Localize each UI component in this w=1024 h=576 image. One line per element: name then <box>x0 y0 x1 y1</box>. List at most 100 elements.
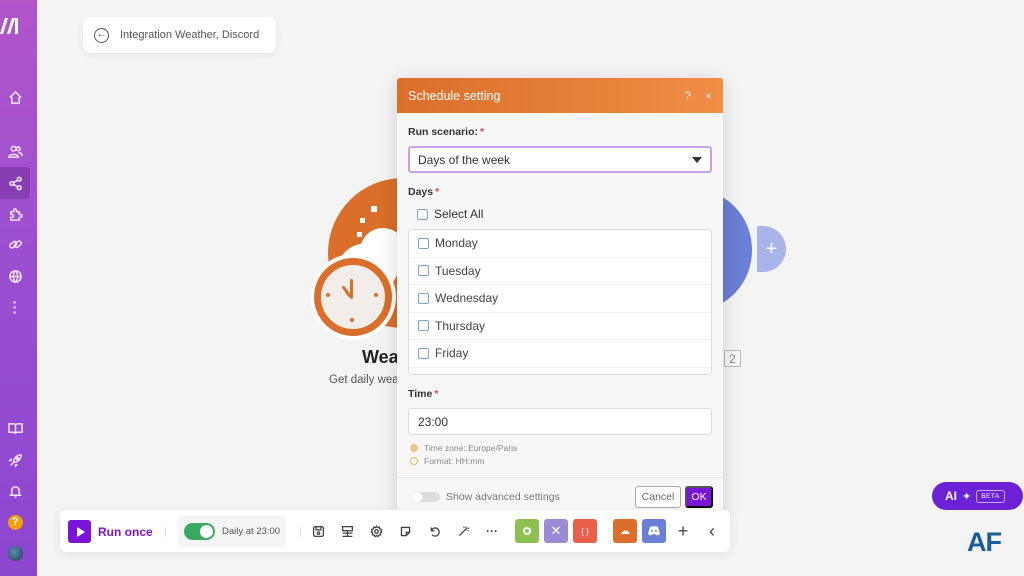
sidebar-item-home[interactable] <box>0 84 30 110</box>
dialog-header: Schedule setting ? × <box>397 78 723 113</box>
add-button[interactable]: + <box>674 521 692 541</box>
clock-tick <box>374 293 378 297</box>
sidebar-item-profile[interactable] <box>0 540 30 566</box>
day-label: Wednesday <box>435 291 499 306</box>
day-option-thursday[interactable]: Thursday <box>409 313 711 340</box>
sidebar-item-docs[interactable] <box>0 415 30 441</box>
flow-control-button[interactable]: ✕ <box>544 519 568 543</box>
run-scenario-label-text: Run scenario: <box>408 126 479 138</box>
schedule-toggle[interactable] <box>184 522 215 540</box>
globe-icon <box>8 269 22 283</box>
sidebar-item-webhooks[interactable] <box>0 263 30 289</box>
sidebar-item-whats-new[interactable] <box>0 447 30 473</box>
select-all-checkbox[interactable]: Select All <box>417 207 483 221</box>
day-label: Monday <box>435 236 478 251</box>
bell-icon <box>8 485 22 498</box>
sidebar-item-apps[interactable] <box>0 201 30 227</box>
schedule-label[interactable]: Daily at 23:00 <box>222 526 280 537</box>
checkbox[interactable] <box>418 320 429 332</box>
help-icon[interactable]: ? <box>684 89 691 103</box>
play-icon <box>68 520 91 543</box>
magic-wand-icon <box>458 525 469 536</box>
close-icon[interactable]: × <box>705 89 712 103</box>
note-icon <box>400 526 410 536</box>
save-button[interactable] <box>309 522 327 540</box>
clock-icon <box>410 457 418 465</box>
cloud-icon: ☁ <box>620 525 630 537</box>
more-icon: · · · <box>12 293 18 320</box>
schedule-control[interactable]: Daily at 23:00 <box>178 515 286 547</box>
time-value: 23:00 <box>418 414 449 429</box>
run-scenario-value: Days of the week <box>418 152 511 167</box>
days-label-text: Days <box>408 186 434 198</box>
time-input[interactable]: 23:00 <box>408 408 712 435</box>
sparkle-icon: ✦ <box>962 490 972 503</box>
undo-button[interactable] <box>425 522 443 540</box>
divider <box>300 527 301 537</box>
ai-assistant-button[interactable]: AI ✦ BETA <box>932 482 1023 510</box>
day-label: Thursday <box>435 318 486 333</box>
days-list: Monday Tuesday Wednesday Thursday Friday <box>408 229 712 375</box>
sidebar-item-help[interactable]: ? <box>0 509 30 535</box>
clock-tick <box>326 293 330 297</box>
flow-icon: ✕ <box>550 523 562 538</box>
sidebar: · · · ? <box>0 0 37 576</box>
checkbox[interactable] <box>417 208 428 220</box>
day-option-monday[interactable]: Monday <box>409 230 711 258</box>
auto-align-button[interactable] <box>454 522 472 540</box>
weather-app-button[interactable]: ☁ <box>613 519 637 543</box>
collapse-toolbar-button[interactable]: ‹ <box>703 521 721 541</box>
checkbox[interactable] <box>418 292 429 304</box>
link-icon <box>8 239 22 249</box>
required-mark: * <box>434 388 439 400</box>
day-option-tuesday[interactable]: Tuesday <box>409 258 711 285</box>
sun-ray <box>360 218 365 223</box>
sidebar-item-notifications[interactable] <box>0 478 30 504</box>
checkbox[interactable] <box>418 347 429 359</box>
divider <box>165 527 166 537</box>
timezone-hint: Time zone: Europe/Paris <box>410 443 517 453</box>
gear-icon <box>523 527 531 535</box>
discord-icon <box>648 526 660 536</box>
add-module-button[interactable]: + <box>757 226 786 272</box>
days-label: Days * <box>408 186 439 198</box>
advanced-settings-toggle[interactable] <box>411 492 440 502</box>
sidebar-item-connections[interactable] <box>0 231 30 257</box>
discord-app-button[interactable] <box>642 519 666 543</box>
home-icon <box>8 90 22 104</box>
ok-button[interactable]: OK <box>685 486 713 508</box>
undo-icon <box>430 526 440 537</box>
tools-module-button[interactable] <box>515 519 539 543</box>
notes-button[interactable] <box>396 522 414 540</box>
avatar <box>7 545 23 561</box>
more-button[interactable]: ··· <box>483 522 501 540</box>
sidebar-item-scenarios[interactable] <box>0 167 30 199</box>
layout-icon <box>341 525 353 537</box>
run-scenario-select[interactable]: Days of the week <box>408 146 712 173</box>
day-option-wednesday[interactable]: Wednesday <box>409 285 711 313</box>
divider <box>397 477 723 478</box>
ai-label: AI <box>945 489 957 503</box>
back-arrow-icon[interactable]: ← <box>94 27 109 43</box>
sidebar-item-team[interactable] <box>0 138 30 164</box>
save-icon <box>312 525 324 537</box>
caret-down-icon <box>692 156 702 163</box>
select-all-label: Select All <box>434 207 484 221</box>
json-module-button[interactable]: { } <box>573 519 597 543</box>
format-hint-text: Format: HH:mm <box>424 456 485 466</box>
checkbox[interactable] <box>418 237 429 249</box>
advanced-settings-label[interactable]: Show advanced settings <box>446 491 560 503</box>
bottom-toolbar: Run once Daily at 23:00 ··· ✕ { } ☁ + ‹ <box>60 510 730 552</box>
app-logo[interactable] <box>0 14 24 36</box>
day-option-friday[interactable]: Friday <box>409 340 711 368</box>
sidebar-item-more[interactable]: · · · <box>0 294 30 320</box>
scenario-title[interactable]: Integration Weather, Discord <box>120 29 259 41</box>
cancel-button[interactable]: Cancel <box>635 486 681 508</box>
settings-button[interactable] <box>367 522 385 540</box>
blueprint-button[interactable] <box>338 522 356 540</box>
run-once-button[interactable]: Run once <box>68 520 153 543</box>
clock-tick <box>350 318 354 322</box>
day-label: Tuesday <box>435 263 481 278</box>
weather-module-title: Wea <box>362 347 399 367</box>
checkbox[interactable] <box>418 265 429 277</box>
